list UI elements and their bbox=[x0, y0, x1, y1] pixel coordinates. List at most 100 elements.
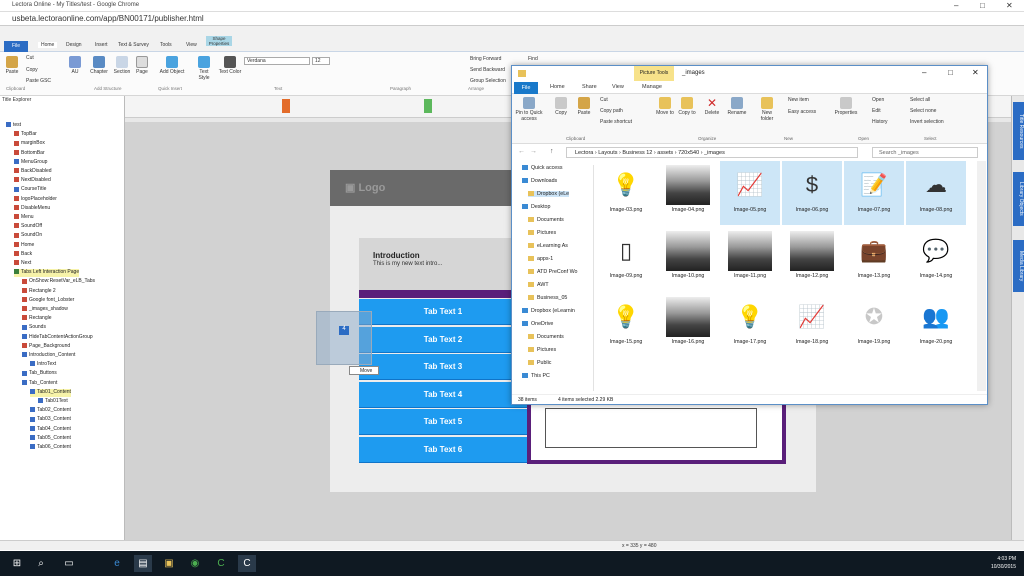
nav-item[interactable]: OneDrive bbox=[522, 321, 553, 327]
edit-button[interactable]: Edit bbox=[872, 108, 881, 114]
delete-button[interactable]: ✕ Delete bbox=[702, 97, 722, 116]
close-icon[interactable]: ✕ bbox=[1006, 1, 1013, 10]
tab-button-3[interactable]: Tab Text 3 bbox=[359, 354, 527, 380]
system-clock[interactable]: 4:03 PM 10/30/2015 bbox=[991, 555, 1016, 571]
back-arrow-icon[interactable]: ← bbox=[518, 148, 525, 155]
add-object-button[interactable]: Add Object bbox=[158, 56, 186, 75]
tree-item[interactable]: IntroText bbox=[30, 361, 56, 369]
tree-item[interactable]: Tab01_Content bbox=[30, 388, 71, 397]
tree-item[interactable]: BackDisabled bbox=[14, 168, 52, 176]
tree-item[interactable]: BottomBar bbox=[14, 150, 45, 158]
cut-button[interactable]: Cut bbox=[26, 55, 34, 61]
file-tile[interactable]: 💡 Image-15.png bbox=[596, 293, 656, 357]
forward-arrow-icon[interactable]: → bbox=[530, 148, 537, 155]
file-tile[interactable]: Image-11.png bbox=[720, 227, 780, 291]
explorer-search-input[interactable]: Search _images bbox=[872, 147, 978, 158]
select-all-button[interactable]: Select all bbox=[910, 97, 930, 103]
send-backward-button[interactable]: Send Backward bbox=[470, 67, 505, 73]
nav-item[interactable]: Downloads bbox=[522, 178, 557, 184]
explorer-tab-share[interactable]: Share bbox=[582, 84, 597, 90]
file-tile[interactable]: 👥 Image-20.png bbox=[906, 293, 966, 357]
easy-access-button[interactable]: Easy access bbox=[788, 109, 816, 115]
nav-item[interactable]: Quick access bbox=[522, 165, 563, 171]
tree-item[interactable]: SoundOn bbox=[14, 232, 42, 240]
file-explorer-window[interactable]: Picture Tools _images – □ ✕ File Home Sh… bbox=[511, 65, 988, 405]
camtasia-icon[interactable]: C bbox=[212, 555, 230, 572]
font-size-select[interactable]: 12 bbox=[312, 57, 330, 65]
chapter-button[interactable]: Chapter bbox=[88, 56, 110, 75]
file-explorer-icon[interactable]: ▤ bbox=[134, 555, 152, 572]
tree-item[interactable]: Page_Background bbox=[22, 343, 70, 351]
invert-selection-button[interactable]: Invert selection bbox=[910, 119, 944, 125]
tree-item[interactable]: test bbox=[6, 122, 21, 130]
tree-item[interactable]: SoundOff bbox=[14, 223, 42, 231]
maximize-icon[interactable]: □ bbox=[980, 1, 985, 10]
explorer-scrollbar[interactable] bbox=[977, 161, 986, 391]
nav-item[interactable]: eLearning As bbox=[528, 243, 568, 249]
tab-text-frame[interactable] bbox=[545, 408, 757, 448]
tab-button-6[interactable]: Tab Text 6 bbox=[359, 437, 527, 463]
file-tile[interactable]: 📝 Image-07.png bbox=[844, 161, 904, 225]
file-tile[interactable]: 💬 Image-14.png bbox=[906, 227, 966, 291]
tree-item[interactable]: Tab_Buttons bbox=[22, 370, 57, 378]
tab-button-5[interactable]: Tab Text 5 bbox=[359, 409, 527, 435]
tree-item[interactable]: Menu bbox=[14, 214, 34, 222]
file-tile[interactable]: 📈 Image-18.png bbox=[782, 293, 842, 357]
tab-view[interactable]: View bbox=[186, 42, 197, 48]
au-button[interactable]: AU bbox=[66, 56, 84, 75]
tree-item[interactable]: _images_shadow bbox=[22, 306, 68, 314]
tree-item[interactable]: Tab01Text bbox=[38, 398, 68, 406]
tree-item[interactable]: TopBar bbox=[14, 131, 37, 139]
file-tile[interactable]: 💡 Image-17.png bbox=[720, 293, 780, 357]
nav-item[interactable]: apps-1 bbox=[528, 256, 553, 262]
paste-gsc-button[interactable]: Paste GSC bbox=[26, 78, 51, 84]
tree-item[interactable]: Tab04_Content bbox=[30, 426, 71, 434]
search-icon[interactable]: ⌕ bbox=[32, 555, 50, 572]
copy-button[interactable]: Copy bbox=[26, 67, 38, 73]
tab-tools[interactable]: Tools bbox=[160, 42, 172, 48]
explorer-minimize-icon[interactable]: – bbox=[922, 68, 926, 77]
tree-item[interactable]: Tab_Content bbox=[22, 380, 57, 388]
file-tab[interactable]: File bbox=[4, 41, 28, 52]
device-phone-green-icon[interactable] bbox=[424, 99, 432, 113]
tree-item[interactable]: NextDisabled bbox=[14, 177, 51, 185]
tree-item[interactable]: Tab03_Content bbox=[30, 416, 71, 424]
library-objects-tab[interactable]: Library Objects bbox=[1013, 172, 1024, 226]
chrome-icon[interactable]: ◉ bbox=[186, 555, 204, 572]
store-icon[interactable]: ▣ bbox=[160, 555, 178, 572]
tree-item[interactable]: Google font_Lobster bbox=[22, 297, 74, 305]
tree-item[interactable]: Tabs Left Interaction Page bbox=[14, 269, 80, 278]
nav-item[interactable]: Dropbox (eLe bbox=[528, 191, 570, 197]
minimize-icon[interactable]: – bbox=[954, 1, 958, 10]
task-view-icon[interactable]: ▭ bbox=[60, 555, 78, 572]
tree-item[interactable]: Back bbox=[14, 251, 32, 259]
tab-content-box[interactable] bbox=[527, 400, 786, 464]
paste-button[interactable]: Paste bbox=[4, 56, 20, 75]
explorer-paste-button[interactable]: Paste bbox=[574, 97, 594, 116]
explorer-titlebar[interactable]: Picture Tools _images – □ ✕ bbox=[512, 66, 987, 81]
device-phone-icon[interactable] bbox=[282, 99, 290, 113]
tab-design[interactable]: Design bbox=[66, 42, 82, 48]
file-tile[interactable]: ▯ Image-09.png bbox=[596, 227, 656, 291]
copy-to-button[interactable]: Copy to bbox=[678, 97, 696, 116]
font-name-select[interactable]: Verdana bbox=[244, 57, 310, 65]
find-button[interactable]: Find bbox=[528, 56, 538, 62]
new-folder-button[interactable]: New folder bbox=[756, 97, 778, 122]
file-tile[interactable]: 📈 Image-05.png bbox=[720, 161, 780, 225]
file-tile[interactable]: Image-04.png bbox=[658, 161, 718, 225]
file-tile[interactable]: 💼 Image-13.png bbox=[844, 227, 904, 291]
pin-quick-access-button[interactable]: Pin to Quick access bbox=[514, 97, 544, 122]
tab-home[interactable]: Home bbox=[38, 42, 58, 48]
tab-button-1[interactable]: Tab Text 1 bbox=[359, 299, 527, 325]
file-tile[interactable]: ☁ Image-08.png bbox=[906, 161, 966, 225]
lectora-icon[interactable]: C bbox=[238, 555, 256, 572]
history-button[interactable]: History bbox=[872, 119, 888, 125]
nav-item[interactable]: Public bbox=[528, 360, 551, 366]
file-tile[interactable]: 💡 Image-03.png bbox=[596, 161, 656, 225]
start-icon[interactable]: ⊞ bbox=[8, 555, 26, 572]
explorer-tab-manage[interactable]: Manage bbox=[642, 84, 662, 90]
tab-button-4[interactable]: Tab Text 4 bbox=[359, 382, 527, 408]
explorer-cut-button[interactable]: Cut bbox=[600, 97, 608, 103]
open-button[interactable]: Open bbox=[872, 97, 884, 103]
nav-item[interactable]: Desktop bbox=[522, 204, 550, 210]
